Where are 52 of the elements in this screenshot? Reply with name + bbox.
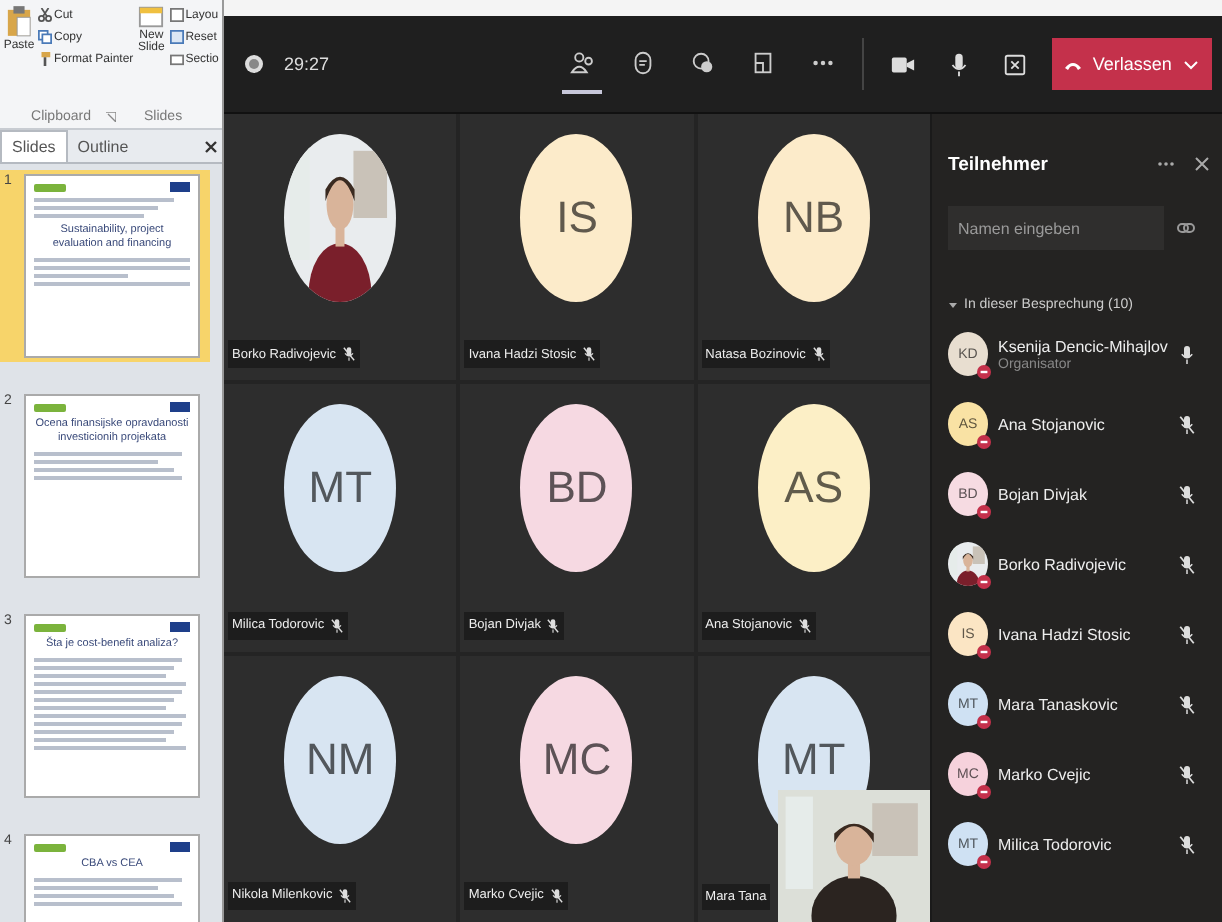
scissors-icon [38,8,52,22]
pane-tab[interactable]: Slides [0,130,68,162]
participant-name: Ivana Hadzi Stosic [998,625,1133,643]
presence-icon [976,364,992,380]
logo-icon [34,183,66,191]
presence-icon [976,854,992,870]
avatar: IS [520,134,633,302]
participant-name: Borko Radivojevic [998,555,1129,573]
flag-icon [170,622,190,632]
presence-icon [976,504,992,520]
avatar: BD [520,404,633,573]
presence-icon [976,574,992,590]
avatar: AS [757,404,870,573]
layout-icon [169,8,184,22]
participant-name: Mara Tanaskovic [998,695,1120,713]
participant-name: Ana Stojanovic [998,415,1107,433]
participant-name: Ksenija Dencic-Mihajlov [998,337,1168,355]
share-icon [1001,51,1028,77]
flag-icon [170,182,190,192]
dialog-launcher-icon[interactable] [106,111,117,121]
avatar: MT [284,404,397,573]
close-icon[interactable] [1191,154,1212,174]
participant-name: Marko Cvejic [998,765,1093,783]
presence-icon [976,434,992,450]
logo-icon [34,843,66,851]
logo-icon [34,623,66,631]
pane-tab[interactable]: Outline [67,131,139,161]
avatar: MC [520,675,633,844]
flag-icon [170,402,190,412]
presence-icon [976,784,992,800]
search-field[interactable]: Namen eingeben [948,206,1164,250]
chat-icon [629,49,656,75]
people-icon [569,49,596,75]
participant-name: Bojan Divjak [998,485,1089,503]
caret-icon [1181,55,1200,73]
copy-icon [38,30,52,44]
presence-icon [976,644,992,660]
logo-icon [34,403,66,411]
close-icon[interactable] [204,139,218,153]
reset-icon [169,30,184,44]
meeting-timer: 29:27 [284,54,330,74]
rooms-icon [749,49,776,75]
participant-name: Milica Todorovic [998,835,1114,853]
presence-icon [976,714,992,730]
avatar: NM [284,675,397,844]
brush-icon [38,52,52,66]
section-icon [169,52,184,66]
avatar: NB [757,134,870,302]
panel-title: Teilnehmer [948,153,1050,175]
link-icon[interactable] [1176,218,1196,238]
flag-icon [170,842,190,852]
leave-button[interactable]: Verlassen [1052,38,1212,90]
